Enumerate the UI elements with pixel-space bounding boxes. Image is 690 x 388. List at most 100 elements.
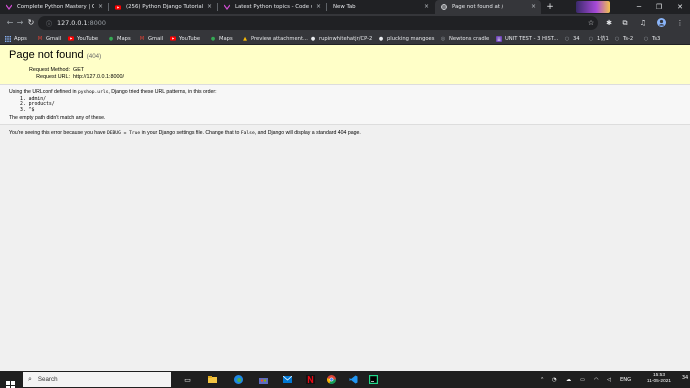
store-icon[interactable] (258, 374, 269, 385)
address-host: 127.0.0.1 (57, 19, 88, 27)
tab-django-tutorial[interactable]: (256) Python Django Tutorial 202 × (109, 0, 217, 14)
youtube-icon (68, 36, 74, 42)
request-url-row: Request URL: http://127.0.0.1:8000/ (20, 74, 124, 80)
bookmark-apps[interactable]: Apps (5, 34, 27, 43)
windows-taskbar: ⌕ Search ▭ ⌃ ◔ ☁ ▭ ◠ ◁ ENG 15:53 11-05-2… (0, 371, 690, 388)
tab-latest-python-topics[interactable]: Latest Python topics - Code with × (218, 0, 326, 14)
minimize-icon[interactable]: ─ (634, 2, 644, 12)
reload-icon[interactable]: ↻ (26, 18, 36, 28)
language-indicator[interactable]: ENG (620, 374, 631, 385)
urlconf-suffix: , Django tried these URL patterns, in th… (108, 89, 217, 95)
debug-explanation: You're seeing this error because you hav… (9, 130, 361, 136)
github-icon: ○ (564, 35, 570, 42)
globe-icon (441, 4, 447, 10)
extensions-puzzle-icon[interactable]: ⧉ (620, 18, 630, 28)
request-method-label: Request Method: (28, 67, 70, 73)
close-window-icon[interactable]: ✕ (675, 2, 685, 12)
bookmark-youtube[interactable]: YouTube (170, 34, 200, 43)
address-bar[interactable]: ⓘ 127.0.0.1:8000 (38, 16, 598, 30)
drive-icon: ▲ (243, 35, 247, 42)
bookmark-34[interactable]: ○ 34 (564, 34, 580, 43)
bookmark-ts-2[interactable]: ○ Ts-2 (614, 34, 633, 43)
url-pattern: 3. ^$ (20, 107, 35, 113)
wifi-icon[interactable]: ◠ (594, 374, 599, 385)
new-tab-button[interactable]: + (545, 2, 555, 12)
vscode-icon[interactable] (348, 374, 359, 385)
tab-new-tab[interactable]: New Tab × (327, 0, 434, 14)
apps-grid-icon (5, 35, 11, 42)
close-tab-icon[interactable]: × (207, 3, 212, 10)
battery-icon[interactable]: ▭ (580, 374, 585, 385)
bookmark-label: YouTube (179, 35, 201, 42)
onedrive-icon[interactable]: ☁ (566, 374, 571, 385)
chrome-icon[interactable] (326, 374, 337, 385)
github-icon: ○ (614, 35, 620, 42)
taskbar-search[interactable]: ⌕ Search (23, 372, 171, 387)
notification-count[interactable]: 34 (681, 375, 689, 384)
pycharm-icon[interactable] (368, 374, 379, 385)
bookmark-label: rupinwhitehatjr/CP-2 (319, 35, 373, 42)
bookmark-label: 34 (573, 35, 580, 42)
netflix-icon[interactable] (305, 374, 316, 385)
tab-complete-python[interactable]: Complete Python Mastery | Code × (0, 0, 108, 14)
volume-icon[interactable]: ◁ (607, 374, 611, 385)
mail-icon[interactable] (282, 374, 293, 385)
task-view-icon[interactable]: ▭ (182, 374, 193, 385)
close-tab-icon[interactable]: × (531, 3, 536, 10)
urlconf-prefix: Using the URLconf defined in (9, 89, 77, 95)
restore-icon[interactable]: ❐ (654, 2, 664, 12)
windows-start-icon[interactable] (6, 375, 15, 388)
bookmark-label: Gmail (46, 35, 62, 42)
clock-date: 11-05-2021 (646, 379, 672, 384)
bookmark-plucking-mangoes[interactable]: ● plucking mangoes (378, 34, 435, 43)
bookmark-maps[interactable]: ● Maps (108, 34, 131, 43)
search-placeholder: Search (37, 376, 58, 383)
close-tab-icon[interactable]: × (424, 3, 429, 10)
gmail-icon: M (37, 35, 43, 42)
menu-icon[interactable]: ⋮ (675, 18, 685, 28)
request-method-row: Request Method: GET (20, 67, 84, 73)
browser-toolbar: ← → ↻ ⓘ 127.0.0.1:8000 ☆ ✱ ⧉ ♫ ⋮ (0, 14, 690, 32)
gmail-icon: M (139, 35, 145, 42)
back-arrow-icon[interactable]: ← (5, 18, 15, 28)
tray-chevron-icon[interactable]: ⌃ (540, 374, 544, 385)
bookmark-ts3[interactable]: ○ Ts3 (643, 34, 661, 43)
false-code: False (240, 131, 255, 136)
empty-path-message: The empty path didn't match any of these… (9, 115, 106, 121)
page-content: Page not found (404) Request Method: GET … (0, 45, 690, 371)
request-url-label: Request URL: (36, 74, 70, 80)
profile-banner[interactable] (576, 1, 610, 13)
bookmark-youtube[interactable]: YouTube (68, 34, 98, 43)
explain-text: You're seeing this error because you hav… (9, 130, 106, 136)
forward-arrow-icon[interactable]: → (15, 18, 25, 28)
error-summary: Page not found (404) Request Method: GET … (0, 45, 690, 85)
close-tab-icon[interactable]: × (316, 3, 321, 10)
bookmark-label: Apps (14, 35, 27, 42)
bookmark-unit-test[interactable]: UNIT TEST - 3 HIST... (496, 34, 558, 43)
bookmark-maps[interactable]: ● Maps (210, 34, 233, 43)
edge-icon[interactable] (233, 374, 244, 385)
info-icon[interactable]: ⓘ (46, 19, 52, 28)
bookmark-1h1[interactable]: ○ 1仿1 (588, 34, 609, 43)
bookmark-newtons-cradle[interactable]: ◎ Newtons cradle (440, 34, 489, 43)
star-icon[interactable]: ☆ (586, 18, 596, 28)
github-icon: ○ (588, 35, 594, 42)
bookmark-preview-attachment[interactable]: ▲ Preview attachment... (242, 34, 308, 43)
file-explorer-icon[interactable] (207, 374, 218, 385)
github-icon: ● (378, 35, 384, 42)
extension-icon[interactable]: ✱ (604, 18, 614, 28)
bookmark-label: 1仿1 (597, 36, 609, 42)
taskbar-clock[interactable]: 15:53 11-05-2021 (638, 373, 680, 385)
tray-app-icon[interactable]: ◔ (552, 374, 557, 385)
avatar[interactable] (656, 18, 666, 28)
bookmark-label: plucking mangoes (387, 35, 435, 42)
bookmark-gmail[interactable]: M Gmail (37, 34, 61, 43)
bookmark-gmail[interactable]: M Gmail (139, 34, 163, 43)
forms-icon (496, 35, 502, 42)
tab-page-not-found[interactable]: Page not found at / × (435, 0, 541, 14)
close-tab-icon[interactable]: × (98, 3, 103, 10)
bookmark-cp-2[interactable]: ● rupinwhitehatjr/CP-2 (310, 34, 372, 43)
tab-title: New Tab (333, 4, 356, 10)
tab-title: Page not found at / (452, 4, 504, 10)
media-control-icon[interactable]: ♫ (638, 18, 648, 28)
